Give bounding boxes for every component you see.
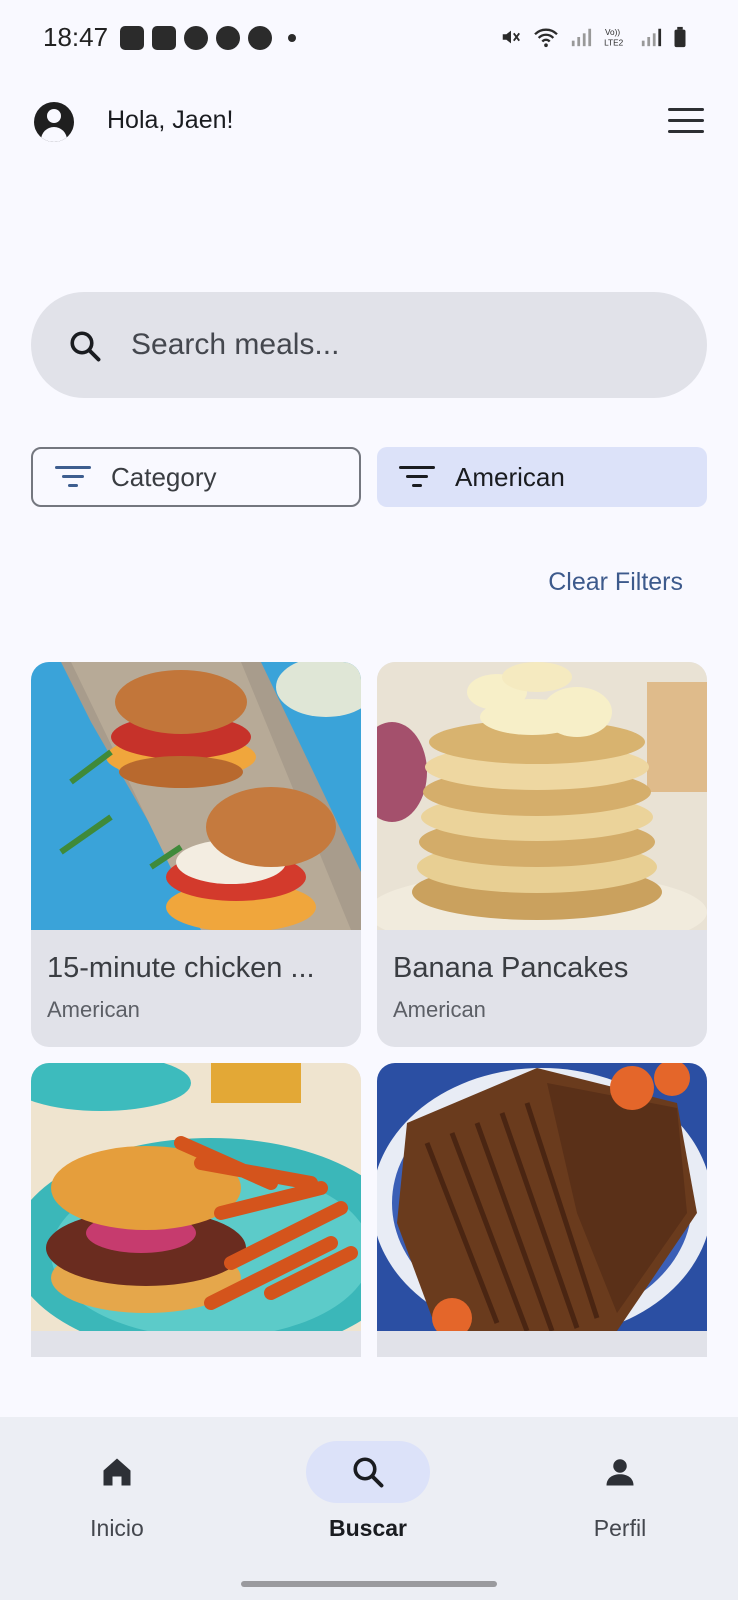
beef-brisket-photo xyxy=(377,1063,707,1331)
meal-card[interactable] xyxy=(31,1063,361,1357)
home-icon xyxy=(103,1458,131,1486)
bowl-icon xyxy=(216,26,240,50)
more-notifications-dot xyxy=(288,34,296,42)
person-icon xyxy=(606,1459,634,1486)
gallery-icon xyxy=(120,26,144,50)
notification-icons xyxy=(120,26,296,50)
bowl-icon xyxy=(248,26,272,50)
system-icons: Vo)) LTE2 xyxy=(500,26,688,48)
battery-icon xyxy=(674,26,686,48)
greeting-text: Hola, Jaen! xyxy=(107,106,234,134)
nav-label: Inicio xyxy=(90,1515,144,1541)
banana-pancakes-photo xyxy=(377,662,707,930)
wifi-icon xyxy=(534,28,558,48)
meal-card[interactable] xyxy=(377,1063,707,1357)
bottom-navigation: Inicio Buscar Perfil xyxy=(0,1417,738,1600)
nav-item-buscar[interactable]: Buscar xyxy=(278,1441,458,1542)
search-input[interactable] xyxy=(131,292,671,398)
svg-text:Vo)): Vo)) xyxy=(605,28,620,37)
status-time: 18:47 xyxy=(43,22,109,52)
mute-icon xyxy=(502,30,520,44)
status-bar: 18:47 Vo)) LTE2 xyxy=(0,0,738,80)
svg-text:LTE2: LTE2 xyxy=(604,38,624,47)
meal-card[interactable]: 15-minute chicken ... American xyxy=(31,662,361,1047)
meal-area: American xyxy=(47,997,140,1022)
search-bar[interactable] xyxy=(31,292,707,398)
nav-item-inicio[interactable]: Inicio xyxy=(27,1441,207,1542)
category-filter-label: Category xyxy=(111,461,217,492)
nav-label: Perfil xyxy=(593,1515,647,1541)
nav-item-perfil[interactable]: Perfil xyxy=(530,1441,710,1542)
meal-title: Banana Pancakes xyxy=(393,952,629,984)
signal-icon xyxy=(571,28,592,47)
sloppy-joe-fries-photo xyxy=(31,1063,361,1331)
search-icon xyxy=(353,1457,384,1488)
facebook-icon xyxy=(184,26,208,50)
volte-icon: Vo))LTE2 xyxy=(604,28,624,47)
category-filter-chip[interactable]: Category xyxy=(31,447,361,507)
home-indicator[interactable] xyxy=(241,1581,497,1587)
clear-filters-button[interactable]: Clear Filters xyxy=(548,568,683,597)
filter-icon xyxy=(399,464,435,490)
account-avatar-icon[interactable] xyxy=(34,102,74,142)
nav-label: Buscar xyxy=(329,1515,407,1541)
search-icon xyxy=(70,331,101,362)
meal-title: 15-minute chicken ... xyxy=(47,952,315,984)
meal-card[interactable]: Banana Pancakes American xyxy=(377,662,707,1047)
top-app-bar: Hola, Jaen! xyxy=(0,90,738,154)
area-filter-label: American xyxy=(455,461,565,492)
area-filter-chip[interactable]: American xyxy=(377,447,707,507)
signal-icon xyxy=(641,28,662,47)
twitch-icon xyxy=(152,26,176,50)
menu-icon[interactable] xyxy=(668,108,704,136)
chicken-burger-photo xyxy=(31,662,361,930)
meal-area: American xyxy=(393,997,486,1022)
filter-icon xyxy=(55,464,91,490)
